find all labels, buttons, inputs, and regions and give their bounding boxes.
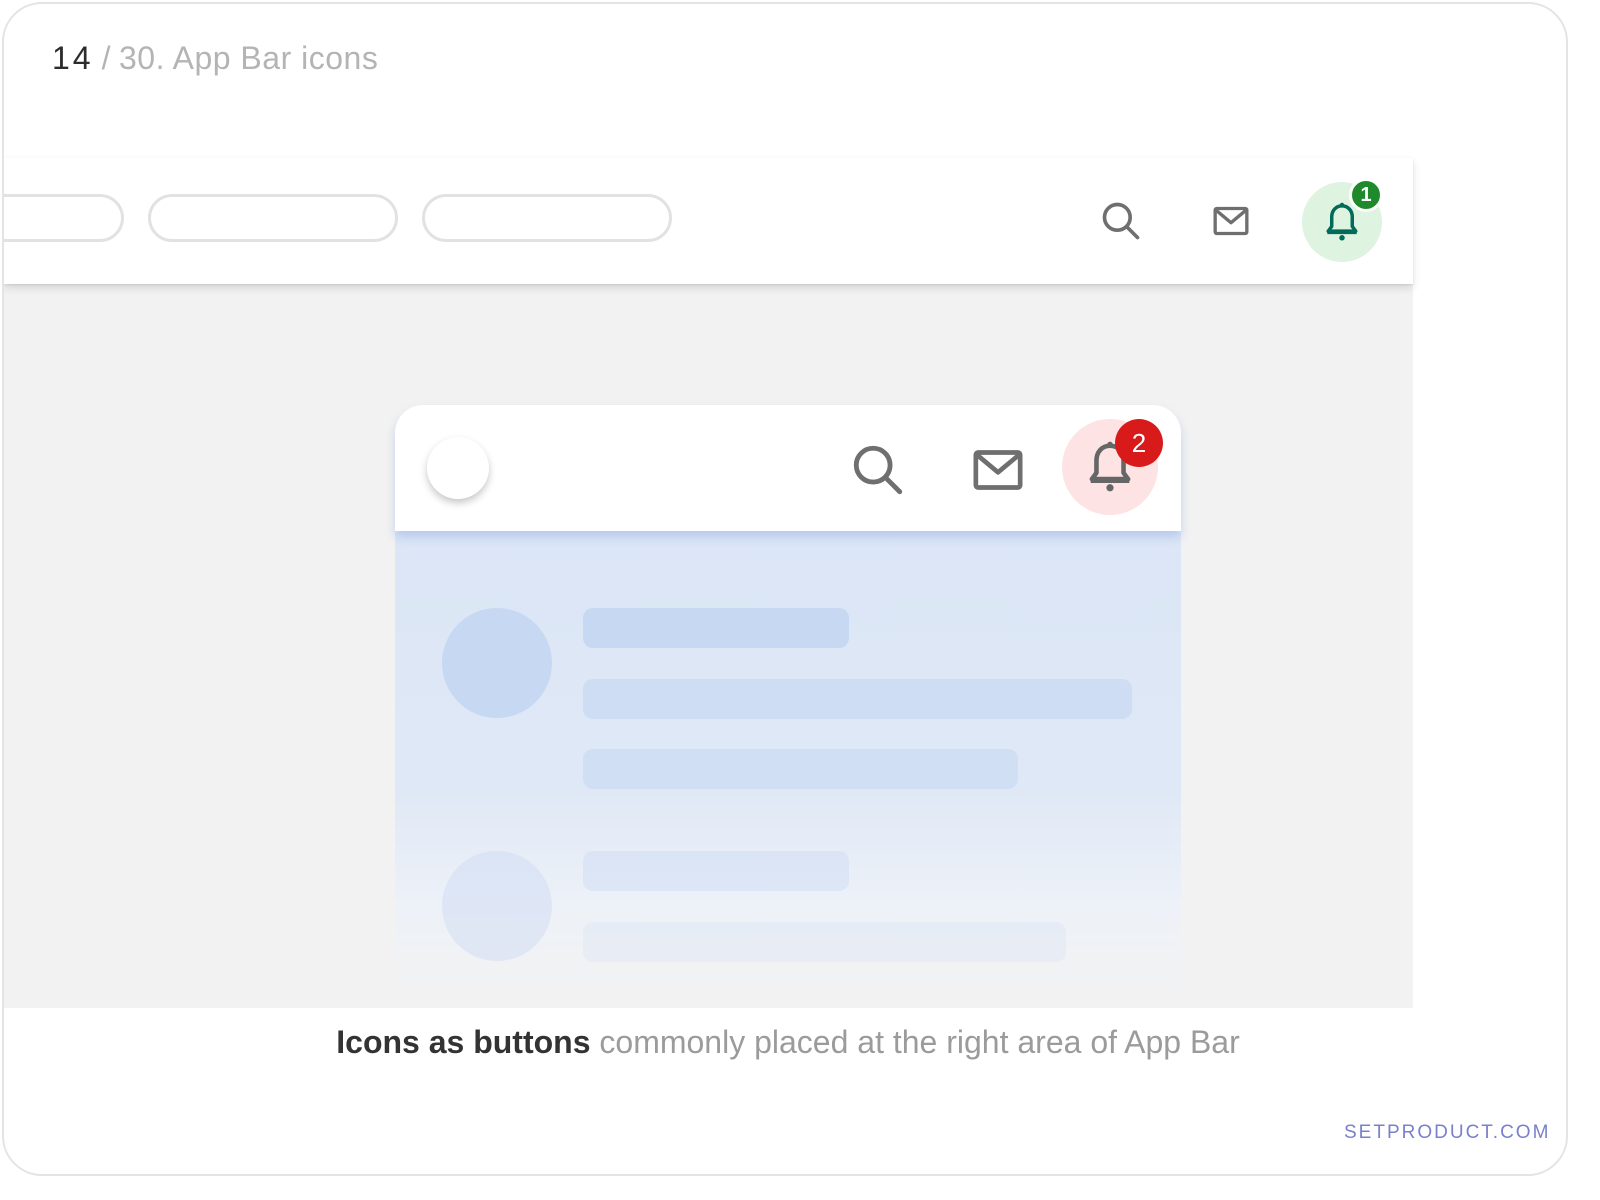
list-line-placeholder <box>583 922 1066 962</box>
search-icon <box>1102 202 1140 240</box>
mail-icon <box>1213 206 1249 236</box>
notification-badge: 1 <box>1349 178 1383 212</box>
top-app-bar: 1 <box>4 158 1413 284</box>
slide-counter-current: 14 <box>52 40 94 76</box>
nav-pill-3[interactable] <box>422 194 672 242</box>
search-icon <box>853 445 903 495</box>
caption-rest: commonly placed at the right area of App… <box>599 1024 1240 1060</box>
list-line-placeholder <box>583 679 1132 719</box>
notification-badge: 2 <box>1115 419 1163 467</box>
list-line-placeholder <box>583 749 1018 789</box>
avatar[interactable] <box>427 437 489 499</box>
list-line-placeholder <box>583 608 849 648</box>
caption: Icons as buttons commonly placed at the … <box>4 1024 1566 1061</box>
search-button[interactable] <box>845 437 911 503</box>
caption-strong: Icons as buttons <box>336 1024 591 1060</box>
slide-counter: 14/30. App Bar icons <box>52 40 378 77</box>
mail-icon <box>973 450 1023 490</box>
list-avatar-placeholder <box>442 608 552 718</box>
slide-title: 30. App Bar icons <box>118 40 379 76</box>
slide-counter-separator: / <box>101 40 111 76</box>
nav-pill-2[interactable] <box>148 194 398 242</box>
mobile-app-bar: 2 <box>395 405 1181 531</box>
brand-link[interactable]: SETPRODUCT.COM <box>1344 1122 1550 1144</box>
list-line-placeholder <box>583 851 849 891</box>
nav-pill-1[interactable] <box>4 194 124 242</box>
list-avatar-placeholder <box>442 851 552 961</box>
content-list-placeholder <box>395 528 1181 998</box>
mail-button[interactable] <box>965 437 1031 503</box>
search-button[interactable] <box>1094 194 1148 248</box>
slide-frame: 14/30. App Bar icons 1 2 Icons as button… <box>2 2 1568 1176</box>
mail-button[interactable] <box>1204 194 1258 248</box>
